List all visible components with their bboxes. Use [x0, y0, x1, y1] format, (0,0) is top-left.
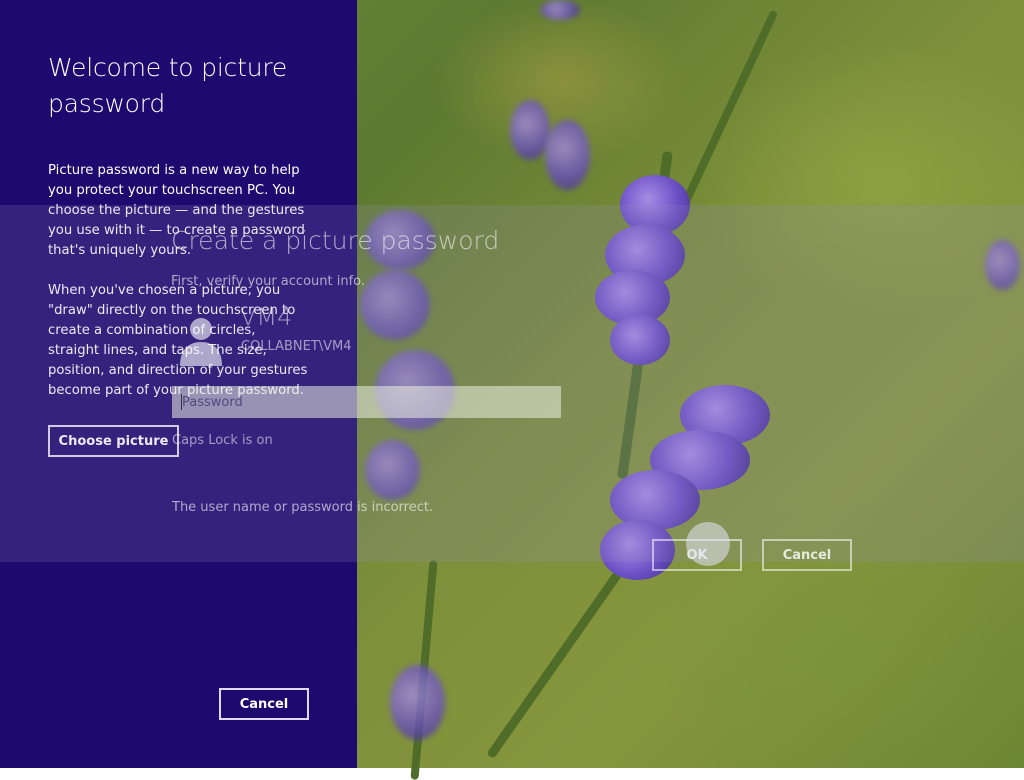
dialog-cancel-button[interactable]: Cancel	[762, 539, 852, 571]
password-input[interactable]	[172, 386, 561, 418]
verify-account-dialog	[0, 205, 1024, 562]
lavender-bloom	[390, 665, 445, 740]
account-domain: COLLABNET\VM4	[241, 339, 352, 354]
user-silhouette-icon	[180, 318, 222, 366]
dialog-subtitle: First, verify your account info.	[171, 274, 366, 289]
account-name: VM4	[240, 303, 293, 331]
welcome-cancel-button[interactable]: Cancel	[219, 688, 309, 720]
touch-indicator	[686, 522, 730, 566]
error-message: The user name or password is incorrect.	[172, 500, 434, 515]
lavender-bloom	[540, 0, 580, 20]
welcome-title: Welcome to picture password	[48, 53, 288, 118]
dialog-title: Create a picture password	[171, 226, 500, 255]
text-caret	[181, 394, 182, 410]
lavender-bloom	[545, 120, 590, 190]
lavender-bloom	[510, 100, 550, 160]
caps-lock-warning: Caps Lock is on	[172, 433, 273, 448]
